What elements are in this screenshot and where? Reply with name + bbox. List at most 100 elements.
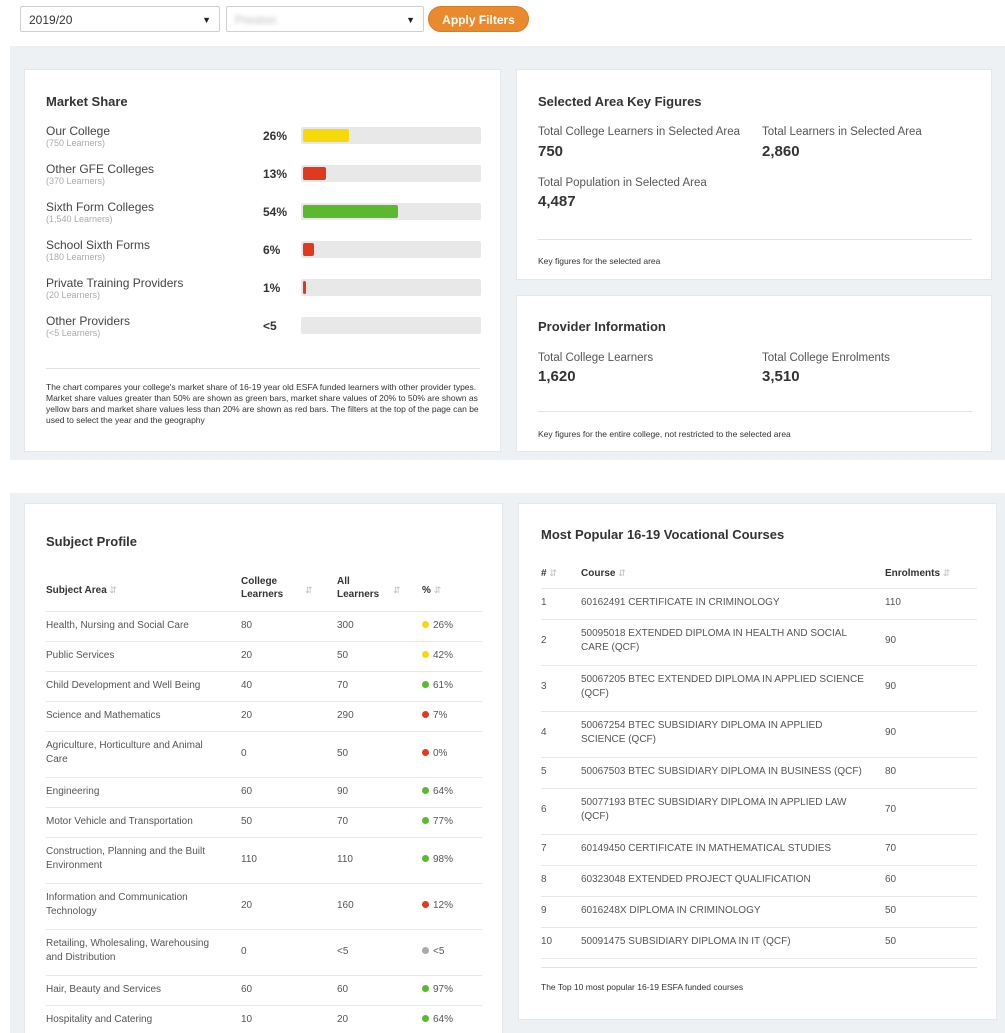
table-row[interactable]: Science and Mathematics 20 290 7% <box>46 701 482 731</box>
college-learners-label: Total College Learners <box>538 352 654 364</box>
table-row[interactable]: 1 60162491 CERTIFICATE IN CRIMINOLOGY 110 <box>541 588 977 619</box>
subject-area-cell: Construction, Planning and the Built Env… <box>46 846 205 871</box>
market-share-bar <box>303 167 326 180</box>
pct-header[interactable]: % ⇵ <box>422 584 441 597</box>
subject-profile-title: Subject Profile <box>46 534 138 549</box>
provider-info-note: Key figures for the entire college, not … <box>538 429 791 439</box>
year-select[interactable]: 2019/20 ▼ <box>20 6 220 32</box>
market-share-bar-track <box>301 241 481 258</box>
table-row[interactable]: 9 6016248X DIPLOMA IN CRIMINOLOGY 50 <box>541 896 977 927</box>
college-learners-header[interactable]: College Learners <box>241 575 289 601</box>
pct-cell: 64% <box>422 1013 453 1027</box>
all-learners-cell: 70 <box>337 816 349 827</box>
market-share-pct: <5 <box>263 319 277 333</box>
table-row[interactable]: Child Development and Well Being 40 70 61% <box>46 671 482 701</box>
enrolments-cell: 70 <box>885 843 897 854</box>
market-share-title: Market Share <box>46 94 128 109</box>
table-row[interactable]: Hair, Beauty and Services 60 60 97% <box>46 975 482 1005</box>
year-select-value: 2019/20 <box>29 13 73 27</box>
market-share-bar <box>303 205 398 218</box>
subject-area-cell: Engineering <box>46 786 100 797</box>
market-share-card: Market Share Our College (750 Learners) 26… <box>24 69 501 452</box>
rank-cell: 9 <box>541 905 547 916</box>
course-cell: 50067205 BTEC EXTENDED DIPLOMA IN APPLIE… <box>581 674 864 699</box>
provider-info-title: Provider Information <box>538 319 666 334</box>
all-learners-cell: 300 <box>337 620 354 631</box>
course-cell: 50067254 BTEC SUBSIDIARY DIPLOMA IN APPL… <box>581 720 823 745</box>
subject-area-header[interactable]: Subject Area ⇵ <box>46 584 117 597</box>
sort-icon[interactable]: ⇵ <box>393 585 401 596</box>
status-dot-icon <box>422 711 429 718</box>
market-share-row: Other Providers (<5 Learners) <5 <box>46 314 486 348</box>
sort-icon[interactable]: ⇵ <box>305 585 313 596</box>
market-share-bar-track <box>301 127 481 144</box>
all-learners-cell: 290 <box>337 710 354 721</box>
college-learners-cell: 60 <box>241 984 253 995</box>
status-dot-icon <box>422 681 429 688</box>
pct-value: 0% <box>433 748 448 759</box>
table-row[interactable]: 10 50091475 SUBSIDIARY DIPLOMA IN IT (QCF… <box>541 927 977 958</box>
table-row[interactable]: Motor Vehicle and Transportation 50 70 77% <box>46 807 482 837</box>
status-dot-icon <box>422 901 429 908</box>
rank-header[interactable]: # ⇵ <box>541 567 557 580</box>
table-row[interactable]: Information and Communication Technology… <box>46 883 482 929</box>
pct-value: 97% <box>433 984 454 995</box>
table-row[interactable]: Retailing, Wholesaling, Warehousing and … <box>46 929 482 975</box>
table-row[interactable]: 5 50067503 BTEC SUBSIDIARY DIPLOMA IN BUS… <box>541 757 977 788</box>
college-learners-label: Total College Learners in Selected Area <box>538 126 741 138</box>
provider-type-label: Other GFE Colleges <box>46 162 155 176</box>
all-learners-cell: 110 <box>337 854 353 865</box>
table-row[interactable]: Construction, Planning and the Built Env… <box>46 837 482 883</box>
subject-area-cell: Retailing, Wholesaling, Warehousing and … <box>46 938 210 963</box>
provider-select[interactable]: Preston ▼ <box>226 6 424 32</box>
market-share-pct: 26% <box>263 129 288 143</box>
table-row[interactable]: 3 50067205 BTEC EXTENDED DIPLOMA IN APPLI… <box>541 665 977 711</box>
market-share-row: School Sixth Forms (180 Learners) 6% <box>46 238 486 272</box>
sort-icon: ⇵ <box>109 585 118 595</box>
college-learners-cell: 60 <box>241 786 253 797</box>
college-learners-cell: 110 <box>241 854 257 865</box>
all-learners-cell: 90 <box>337 786 349 797</box>
market-share-bar <box>303 243 314 256</box>
subject-area-cell: Child Development and Well Being <box>46 680 201 691</box>
pct-cell: 61% <box>422 679 453 693</box>
college-learners-cell: 20 <box>241 710 253 721</box>
table-row[interactable]: 2 50095018 EXTENDED DIPLOMA IN HEALTH AND… <box>541 619 977 665</box>
course-cell: 50095018 EXTENDED DIPLOMA IN HEALTH AND … <box>581 628 847 653</box>
pct-value: 61% <box>433 680 454 691</box>
rank-cell: 6 <box>541 804 547 815</box>
enrolments-header[interactable]: Enrolments ⇵ <box>885 567 950 580</box>
table-row[interactable]: Hospitality and Catering 10 20 64% <box>46 1005 482 1033</box>
status-dot-icon <box>422 1015 429 1022</box>
table-row[interactable]: Public Services 20 50 42% <box>46 641 482 671</box>
table-row[interactable]: Health, Nursing and Social Care 80 300 26% <box>46 611 482 641</box>
table-row[interactable]: 4 50067254 BTEC SUBSIDIARY DIPLOMA IN APP… <box>541 711 977 757</box>
table-row[interactable]: 7 60149450 CERTIFICATE IN MATHEMATICAL ST… <box>541 834 977 865</box>
key-figures-note: Key figures for the selected area <box>538 256 661 266</box>
status-dot-icon <box>422 817 429 824</box>
enrolments-cell: 90 <box>885 635 897 646</box>
market-share-note: The chart compares your college's market… <box>46 382 479 425</box>
rank-cell: 8 <box>541 874 547 885</box>
table-row[interactable]: Engineering 60 90 64% <box>46 777 482 807</box>
subject-area-cell: Health, Nursing and Social Care <box>46 620 189 631</box>
rank-cell: 10 <box>541 936 553 947</box>
college-learners-value: 750 <box>538 143 564 160</box>
college-learners-cell: 10 <box>241 1014 253 1025</box>
all-learners-header[interactable]: All Learners <box>337 575 385 601</box>
courses-title: Most Popular 16-19 Vocational Courses <box>541 527 785 542</box>
all-learners-header-label: All Learners <box>337 576 380 600</box>
course-header[interactable]: Course ⇵ <box>581 567 626 580</box>
courses-card: Most Popular 16-19 Vocational Courses # … <box>518 503 997 1020</box>
table-row[interactable]: 8 60323048 EXTENDED PROJECT QUALIFICATION… <box>541 865 977 896</box>
subject-area-cell: Motor Vehicle and Transportation <box>46 816 193 827</box>
sort-icon: ⇵ <box>549 568 557 578</box>
table-row[interactable]: Agriculture, Horticulture and Animal Car… <box>46 731 482 777</box>
college-learners-cell: 50 <box>241 816 253 827</box>
pct-cell: 64% <box>422 785 453 799</box>
provider-type-label: Our College <box>46 124 111 138</box>
pct-cell: 98% <box>422 853 453 867</box>
table-row[interactable]: 6 50077193 BTEC SUBSIDIARY DIPLOMA IN APP… <box>541 788 977 834</box>
pct-cell: <5 <box>422 945 444 959</box>
apply-filters-button[interactable]: Apply Filters <box>428 6 529 32</box>
